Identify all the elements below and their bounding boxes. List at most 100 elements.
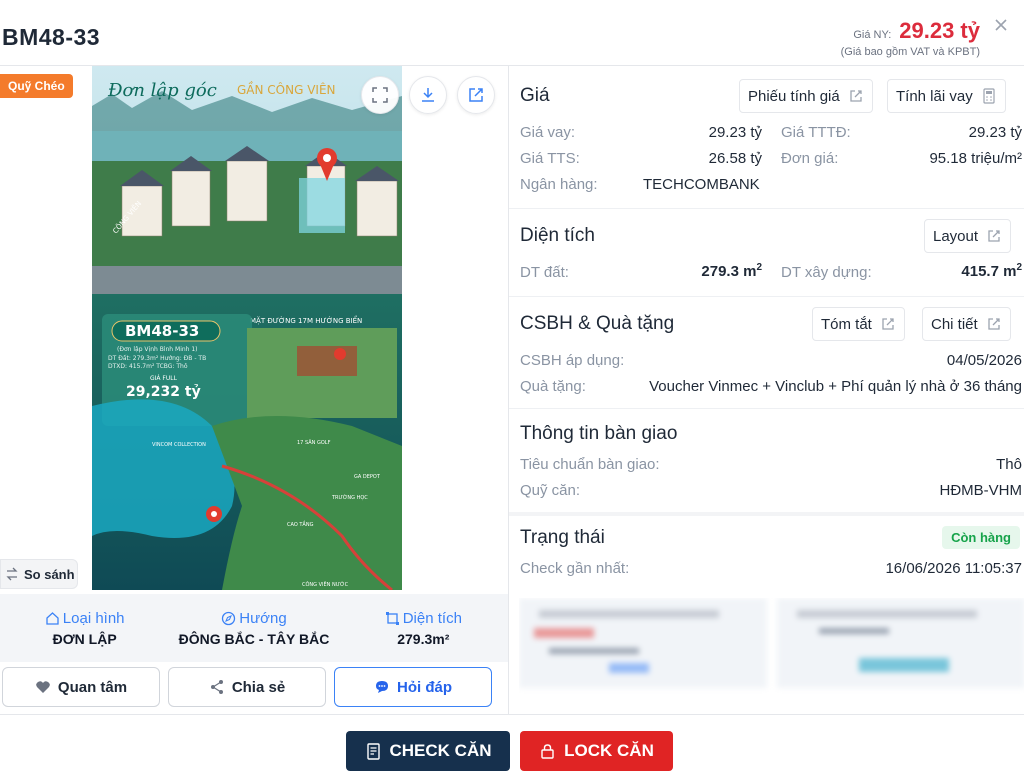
price-row-label: Đơn giá: bbox=[781, 150, 839, 167]
open-external-button[interactable] bbox=[457, 76, 495, 114]
price-row-value: 95.18 triệu/m² bbox=[929, 150, 1022, 167]
share-button[interactable]: Chia sẻ bbox=[168, 667, 326, 707]
list-price-block: Giá NY: 29.23 tỷ (Giá bao gồm VAT và KPB… bbox=[841, 18, 980, 58]
price-row-label: Giá vay: bbox=[520, 124, 576, 141]
policy-date-value: 04/05/2026 bbox=[946, 352, 1022, 369]
external-link-icon bbox=[882, 318, 894, 330]
heart-icon bbox=[36, 681, 50, 693]
unit-superscript: 2 bbox=[1016, 262, 1022, 273]
map-label-vincom: VINCOM COLLECTION bbox=[152, 442, 206, 448]
attr-type-label: Loại hình bbox=[62, 609, 125, 627]
handover-standard-value: Thô bbox=[996, 456, 1022, 473]
summary-label: Tóm tắt bbox=[821, 315, 872, 333]
download-button[interactable] bbox=[409, 76, 447, 114]
attr-area-label: Diện tích bbox=[402, 609, 462, 627]
left-panel: Đơn lập góc GẦN CÔNG VIÊN CÔNG VIÊN MẶT … bbox=[0, 66, 508, 714]
lock-unit-button[interactable]: LOCK CĂN bbox=[520, 731, 673, 771]
map-label-depot: GA DEPOT bbox=[354, 474, 381, 480]
compare-button[interactable]: So sánh bbox=[0, 559, 78, 589]
price-row-value: 26.58 tỷ bbox=[708, 150, 762, 167]
map-label-school: TRƯỜNG HỌC bbox=[331, 494, 368, 501]
poster-subheadline: GẦN CÔNG VIÊN bbox=[237, 81, 336, 97]
fullscreen-button[interactable] bbox=[361, 76, 399, 114]
build-area-number: 415.7 m bbox=[961, 263, 1017, 280]
fund-value: HĐMB-VHM bbox=[939, 482, 1023, 499]
compare-icon bbox=[6, 567, 18, 581]
attribute-bar: Loại hình ĐƠN LẬP Hướng ĐÔNG BẮC - TÂY B… bbox=[0, 594, 508, 662]
price-row-label: Ngân hàng: bbox=[520, 176, 598, 193]
right-panel: Giá Phiếu tính giá Tính lãi vay Giá vay:… bbox=[508, 66, 1024, 714]
check-unit-button[interactable]: CHECK CĂN bbox=[346, 731, 510, 771]
unit-superscript: 2 bbox=[756, 262, 762, 273]
price-row-label: Giá TTTĐ: bbox=[781, 124, 851, 141]
layout-button[interactable]: Layout bbox=[924, 219, 1012, 253]
fund-badge: Quỹ Chéo bbox=[0, 74, 73, 98]
poster-road-label: MẶT ĐƯỜNG 17M HƯỚNG BIỂN bbox=[250, 315, 362, 325]
check-unit-label: CHECK CĂN bbox=[389, 741, 492, 760]
map-label-highrise: CAO TẦNG bbox=[287, 520, 314, 528]
attr-direction-value: ĐÔNG BẮC - TÂY BẮC bbox=[178, 630, 330, 647]
map-label-golf: 17 SÂN GOLF bbox=[297, 439, 331, 446]
compare-label: So sánh bbox=[24, 566, 75, 582]
area-icon bbox=[385, 611, 399, 625]
external-link-icon bbox=[850, 90, 862, 102]
handover-standard-label: Tiêu chuẩn bàn giao: bbox=[520, 456, 660, 473]
price-note: (Giá bao gồm VAT và KPBT) bbox=[840, 46, 980, 58]
share-icon bbox=[210, 680, 223, 694]
attr-type-value: ĐƠN LẬP bbox=[52, 630, 117, 647]
document-icon bbox=[366, 742, 380, 760]
unit-code: BM48-33 bbox=[2, 24, 101, 50]
price-sheet-button[interactable]: Phiếu tính giá bbox=[739, 79, 873, 113]
ask-button[interactable]: Hỏi đáp bbox=[334, 667, 492, 707]
divider bbox=[509, 512, 1024, 516]
close-icon bbox=[995, 19, 1007, 31]
modal-footer: CHECK CĂN LOCK CĂN bbox=[0, 714, 1024, 779]
external-link-icon bbox=[988, 318, 1000, 330]
share-label: Chia sẻ bbox=[231, 678, 286, 696]
divider bbox=[509, 208, 1024, 209]
property-image[interactable]: Đơn lập góc GẦN CÔNG VIÊN CÔNG VIÊN MẶT … bbox=[92, 66, 402, 590]
price-row-value: 29.23 tỷ bbox=[968, 124, 1022, 141]
poster-card-price-label: GIÁ FULL bbox=[150, 375, 178, 382]
favorite-button[interactable]: Quan tâm bbox=[2, 667, 160, 707]
build-area-label: DT xây dựng: bbox=[781, 264, 872, 281]
list-price-label: Giá NY: bbox=[853, 29, 892, 41]
divider bbox=[509, 296, 1024, 297]
price-sheet-label: Phiếu tính giá bbox=[748, 87, 840, 105]
divider bbox=[509, 408, 1024, 409]
poster-headline: Đơn lập góc bbox=[107, 80, 217, 101]
last-check-label: Check gần nhất: bbox=[520, 560, 630, 577]
section-title-area: Diện tích bbox=[520, 225, 595, 246]
modal-header: BM48-33 Giá NY: 29.23 tỷ (Giá bao gồm VA… bbox=[0, 0, 1024, 66]
land-area-label: DT đất: bbox=[520, 264, 569, 281]
poster-card-price: 29,232 tỷ bbox=[126, 384, 201, 400]
fund-label: Quỹ căn: bbox=[520, 482, 581, 499]
loan-calc-button[interactable]: Tính lãi vay bbox=[887, 79, 1006, 113]
lock-unit-label: LOCK CĂN bbox=[564, 741, 654, 760]
blurred-content bbox=[519, 598, 1024, 698]
status-badge: Còn hàng bbox=[942, 526, 1020, 549]
chat-icon bbox=[376, 681, 388, 693]
attr-area: Diện tích 279.3m² bbox=[339, 594, 508, 662]
loan-calc-label: Tính lãi vay bbox=[896, 87, 973, 105]
expand-icon bbox=[372, 87, 388, 103]
layout-label: Layout bbox=[933, 227, 979, 245]
close-button[interactable] bbox=[990, 14, 1012, 36]
price-row-value: 29.23 tỷ bbox=[708, 124, 762, 141]
attr-type: Loại hình ĐƠN LẬP bbox=[0, 594, 169, 662]
external-link-icon bbox=[988, 230, 1000, 242]
gift-label: Quà tặng: bbox=[520, 378, 586, 395]
download-icon bbox=[422, 88, 434, 102]
detail-button[interactable]: Chi tiết bbox=[922, 307, 1011, 341]
poster-card-sub: (Đơn lập Vịnh Bình Minh 1) bbox=[117, 346, 198, 353]
poster-card-line2: DTXD: 415.7m² TCBG: Thô bbox=[108, 363, 188, 370]
bank-value: TECHCOMBANK bbox=[643, 176, 760, 193]
attr-direction: Hướng ĐÔNG BẮC - TÂY BẮC bbox=[169, 594, 338, 662]
summary-button[interactable]: Tóm tắt bbox=[812, 307, 905, 341]
land-area-number: 279.3 m bbox=[701, 263, 757, 280]
compass-icon bbox=[222, 611, 236, 625]
section-title-handover: Thông tin bàn giao bbox=[520, 423, 678, 444]
calculator-icon bbox=[983, 88, 995, 104]
list-price-value: 29.23 tỷ bbox=[899, 18, 980, 43]
detail-label: Chi tiết bbox=[931, 315, 978, 333]
